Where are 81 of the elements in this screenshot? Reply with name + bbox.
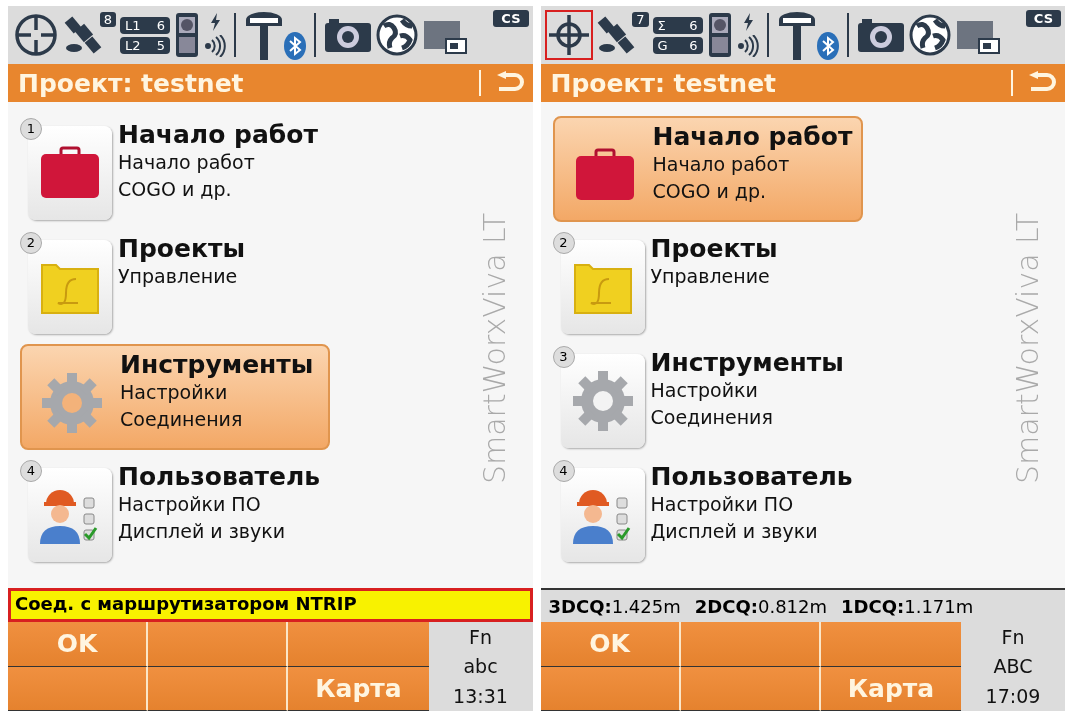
status-message: Соед. с маршрутизатором NTRIP	[8, 588, 533, 622]
fn-text: 13:31	[453, 685, 508, 708]
bluetooth-icon	[816, 32, 839, 60]
camera-icon	[324, 17, 372, 53]
crosshair-button[interactable]	[544, 10, 593, 60]
globe-icon	[908, 14, 951, 56]
menu-item-title: Инструменты	[650, 348, 844, 377]
fn-text: 17:09	[985, 685, 1041, 708]
menu-item-title: Проекты	[118, 234, 245, 263]
menu-item-title: Инструменты	[120, 350, 314, 379]
menu-item-subtitle: COGO и др.	[652, 179, 768, 204]
menu-item-subtitle: Настройки ПО	[650, 492, 795, 517]
briefcase-icon	[39, 146, 101, 200]
menu-item[interactable]: 1 Начало работ Начало работ COGO и др.	[20, 116, 330, 222]
menu-item-subtitle: COGO и др.	[118, 177, 233, 202]
antenna-pole-icon	[776, 10, 817, 60]
menu-item-subtitle: Дисплей и звуки	[118, 519, 287, 544]
menu-item[interactable]: 4 Пользователь Настройки ПО Дисплей и звуки	[20, 458, 330, 564]
lightning-icon	[209, 13, 221, 31]
gear-icon	[41, 372, 103, 434]
menu-item[interactable]: 2 Проекты Управление	[20, 230, 330, 336]
item-number: 2	[552, 232, 575, 254]
fn-text: abc	[463, 655, 498, 678]
menu-item-title: Начало работ	[118, 120, 318, 149]
menu-item[interactable]: Инструменты Настройки Соединения	[20, 344, 330, 450]
menu-item-title: Пользователь	[650, 462, 853, 491]
crosshair-icon	[546, 13, 591, 57]
signal-badge: G 6	[652, 36, 703, 54]
radio-waves-icon	[204, 35, 226, 57]
radio-waves-icon	[736, 35, 759, 57]
gear-icon	[571, 370, 634, 432]
menu-item-subtitle: Начало работ	[652, 152, 791, 177]
camera-icon	[856, 17, 905, 53]
signal-badge: L1 6	[120, 16, 170, 34]
fn-text: Fn	[469, 625, 492, 648]
antenna-pole-icon	[244, 10, 284, 60]
satellite-count: 7	[632, 12, 649, 27]
menu-item[interactable]: 3 Инструменты Настройки Соединения	[552, 344, 863, 450]
menu-item[interactable]: Начало работ Начало работ COGO и др.	[552, 116, 863, 222]
project-title: Проект: testnet	[18, 68, 245, 98]
item-number: 4	[552, 460, 575, 482]
globe-icon	[376, 14, 418, 56]
menu-item-subtitle: Начало работ	[118, 150, 256, 175]
quality-reading: 2DCQ:0.812m	[694, 595, 828, 617]
quality-reading: 3DCQ:1.425m	[548, 595, 681, 617]
battery-indicator: CS	[493, 10, 529, 27]
crosshair-icon	[14, 13, 58, 57]
menu-item-subtitle: Соединения	[120, 407, 244, 432]
item-number: 3	[552, 346, 575, 368]
menu-item-subtitle: Управление	[118, 264, 239, 289]
satellite-count: 8	[99, 12, 116, 27]
signal-badge: L2 5	[120, 36, 170, 54]
phone-icon	[706, 11, 733, 59]
menu-item-subtitle: Настройки	[120, 380, 229, 405]
menu-item-subtitle: Настройки ПО	[118, 492, 262, 517]
fn-text: Fn	[1001, 625, 1025, 648]
menu-item-title: Начало работ	[652, 122, 853, 151]
battery-indicator: CS	[1025, 10, 1061, 27]
bluetooth-icon	[284, 32, 306, 60]
quality-reading: 1DCQ:1.171m	[841, 595, 974, 617]
lightning-icon	[741, 13, 754, 31]
item-number: 2	[20, 232, 42, 254]
fn-text: ABC	[993, 655, 1033, 678]
menu-item-subtitle: Соединения	[650, 405, 774, 430]
signal-badge: Σ 6	[652, 16, 703, 34]
brand-watermark: SmartWorxViva LT	[1009, 213, 1045, 485]
fn-panel[interactable]: Fn abc 13:31	[428, 622, 533, 711]
menu-item-subtitle: Дисплей и звуки	[650, 519, 819, 544]
menu-item[interactable]: 2 Проекты Управление	[552, 230, 863, 336]
brand-watermark: SmartWorxViva LT	[477, 213, 512, 485]
briefcase-icon	[573, 148, 636, 202]
item-number: 4	[20, 460, 42, 482]
menu-item-title: Пользователь	[118, 462, 321, 491]
phone-icon	[174, 11, 200, 59]
menu-item-subtitle: Управление	[650, 264, 771, 289]
menu-item-title: Проекты	[650, 234, 778, 263]
project-title: Проект: testnet	[550, 68, 778, 98]
menu-item[interactable]: 4 Пользователь Настройки ПО Дисплей и звуки	[552, 458, 863, 564]
menu-item-subtitle: Настройки	[650, 378, 759, 403]
fn-panel[interactable]: Fn ABC 17:09	[961, 622, 1065, 711]
item-number: 1	[20, 118, 42, 140]
